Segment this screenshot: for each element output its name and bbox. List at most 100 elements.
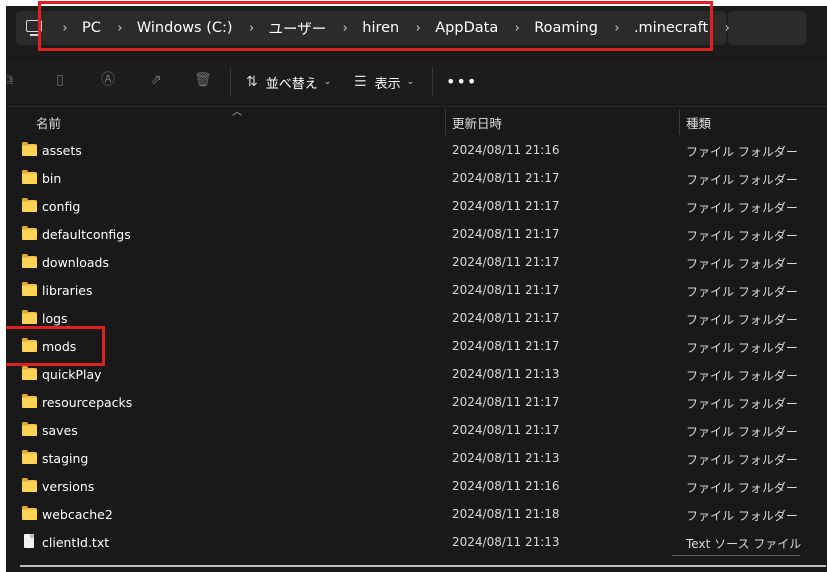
folder-row-bin[interactable]: bin 2024/08/11 21:17 ファイル フォルダー (6, 165, 827, 193)
item-name: bin (42, 171, 62, 186)
item-name: clientId.txt (42, 535, 110, 550)
item-date: 2024/08/11 21:18 (452, 507, 560, 521)
folder-icon (22, 282, 37, 296)
rename-icon[interactable]: Ⓐ (100, 72, 116, 88)
chevron-right-icon[interactable]: › (413, 21, 423, 36)
breadcrumb-pc[interactable]: PC (82, 20, 101, 36)
toolbar-divider (432, 68, 433, 96)
chevron-right-icon[interactable]: › (115, 21, 125, 36)
item-date: 2024/08/11 21:16 (452, 143, 560, 157)
column-header-name[interactable]: 名前 (36, 113, 61, 132)
folder-row-saves[interactable]: saves 2024/08/11 21:17 ファイル フォルダー (6, 417, 827, 445)
folder-icon (22, 450, 37, 464)
item-name: logs (42, 311, 68, 326)
folder-icon (22, 366, 37, 380)
item-date: 2024/08/11 21:17 (452, 311, 560, 325)
share-icon[interactable]: ⇗ (148, 72, 164, 88)
item-date: 2024/08/11 21:16 (452, 479, 560, 493)
chevron-right-icon[interactable]: › (340, 21, 350, 36)
folder-row-staging[interactable]: staging 2024/08/11 21:13 ファイル フォルダー (6, 445, 827, 473)
folder-row-assets[interactable]: assets 2024/08/11 21:16 ファイル フォルダー (6, 137, 827, 165)
copy-icon[interactable]: ⧉ (6, 72, 16, 88)
item-type: ファイル フォルダー (686, 145, 798, 159)
delete-icon[interactable]: 🗑 (194, 72, 212, 88)
folder-row-defaultconfigs[interactable]: defaultconfigs 2024/08/11 21:17 ファイル フォル… (6, 221, 827, 249)
chevron-right-icon[interactable]: › (60, 21, 70, 36)
chevron-right-icon[interactable]: › (612, 21, 622, 36)
folder-icon (22, 478, 37, 492)
item-date: 2024/08/11 21:17 (452, 227, 560, 241)
folder-icon (22, 310, 37, 324)
item-date: 2024/08/11 21:17 (452, 255, 560, 269)
item-date: 2024/08/11 21:17 (452, 199, 560, 213)
folder-row-resourcepacks[interactable]: resourcepacks 2024/08/11 21:17 ファイル フォルダ… (6, 389, 827, 417)
item-name: mods (42, 339, 77, 354)
pc-icon (26, 20, 42, 36)
folder-row-logs[interactable]: logs 2024/08/11 21:17 ファイル フォルダー (6, 305, 827, 333)
item-type: ファイル フォルダー (686, 313, 798, 327)
item-date: 2024/08/11 21:13 (452, 535, 560, 549)
breadcrumb-roaming[interactable]: Roaming (534, 20, 598, 36)
folder-icon (22, 142, 37, 156)
folder-icon (22, 198, 37, 212)
folder-icon (22, 254, 37, 268)
item-type: ファイル フォルダー (686, 397, 798, 411)
folder-row-webcache2[interactable]: webcache2 2024/08/11 21:18 ファイル フォルダー (6, 501, 827, 529)
folder-row-mods[interactable]: mods 2024/08/11 21:17 ファイル フォルダー (6, 333, 827, 361)
chevron-right-icon[interactable]: › (722, 21, 732, 36)
item-type: ファイル フォルダー (686, 425, 798, 439)
folder-icon (22, 422, 37, 436)
folder-row-config[interactable]: config 2024/08/11 21:17 ファイル フォルダー (6, 193, 827, 221)
breadcrumb-hiren[interactable]: hiren (362, 20, 399, 36)
item-name: quickPlay (42, 367, 102, 382)
column-divider[interactable] (679, 109, 680, 135)
column-header-date[interactable]: 更新日時 (452, 113, 502, 132)
item-type: ファイル フォルダー (686, 341, 798, 355)
chevron-right-icon[interactable]: › (247, 21, 257, 36)
file-row-clientid[interactable]: clientId.txt 2024/08/11 21:13 Text ソース フ… (6, 529, 827, 557)
folder-row-quickplay[interactable]: quickPlay 2024/08/11 21:13 ファイル フォルダー (6, 361, 827, 389)
breadcrumb-windows-c[interactable]: Windows (C:) (137, 20, 233, 36)
sort-ascending-icon: ︿ (232, 107, 242, 118)
item-type: ファイル フォルダー (686, 481, 798, 495)
view-icon: ☰ (354, 74, 367, 90)
column-underline (672, 555, 800, 556)
item-type: ファイル フォルダー (686, 369, 798, 383)
item-name: versions (42, 479, 95, 494)
breadcrumb-minecraft[interactable]: .minecraft (634, 20, 708, 36)
horizontal-scrollbar[interactable] (20, 565, 826, 567)
item-name: libraries (42, 283, 93, 298)
folder-row-downloads[interactable]: downloads 2024/08/11 21:17 ファイル フォルダー (6, 249, 827, 277)
chevron-down-icon: ⌄ (406, 77, 415, 87)
sort-button[interactable]: ⇅ 並べ替え ⌄ (246, 68, 331, 96)
breadcrumb-appdata[interactable]: AppData (435, 20, 498, 36)
chevron-right-icon[interactable]: › (512, 21, 522, 36)
item-name: webcache2 (42, 507, 113, 522)
paste-icon[interactable]: ▯ (52, 72, 68, 88)
folder-icon (22, 506, 37, 520)
view-button[interactable]: ☰ 表示 ⌄ (354, 68, 414, 96)
item-name: config (42, 199, 81, 214)
breadcrumb: › PC › Windows (C:) › ユーザー › hiren › App… (56, 11, 744, 45)
sort-label: 並べ替え (265, 76, 318, 92)
item-type: ファイル フォルダー (686, 509, 798, 523)
item-date: 2024/08/11 21:17 (452, 395, 560, 409)
folder-icon (22, 170, 37, 184)
address-bar: › PC › Windows (C:) › ユーザー › hiren › App… (6, 6, 827, 56)
item-date: 2024/08/11 21:17 (452, 339, 560, 353)
item-name: assets (42, 143, 82, 158)
column-divider[interactable] (445, 109, 446, 135)
column-header-type[interactable]: 種類 (686, 113, 711, 132)
item-type: ファイル フォルダー (686, 229, 798, 243)
folder-icon (22, 226, 37, 240)
more-options-button[interactable]: ••• (446, 72, 477, 91)
command-bar: ⧉ ▯ Ⓐ ⇗ 🗑 ⇅ 並べ替え ⌄ ☰ 表示 ⌄ ••• (6, 58, 827, 104)
folder-row-versions[interactable]: versions 2024/08/11 21:16 ファイル フォルダー (6, 473, 827, 501)
item-date: 2024/08/11 21:17 (452, 423, 560, 437)
folder-icon (22, 338, 37, 352)
item-type: Text ソース ファイル (686, 537, 802, 551)
folder-row-libraries[interactable]: libraries 2024/08/11 21:17 ファイル フォルダー (6, 277, 827, 305)
breadcrumb-users[interactable]: ユーザー (269, 18, 327, 39)
column-header: ︿ 名前 更新日時 種類 (6, 106, 827, 135)
item-name: saves (42, 423, 78, 438)
